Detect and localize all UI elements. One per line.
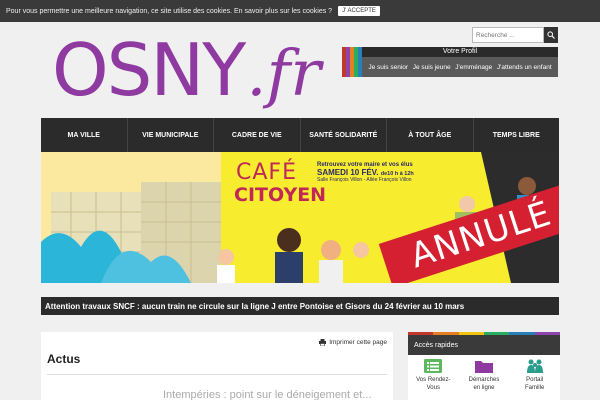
profile-link-enfant[interactable]: J'attends un enfant <box>497 64 552 71</box>
nav-vie-municipale[interactable]: VIE MUNICIPALE <box>128 118 214 152</box>
quick-access-label: Démarches en ligne <box>468 377 500 391</box>
search-button[interactable] <box>544 27 558 43</box>
cookie-accept-button[interactable]: J' ACCEPTE <box>338 6 380 16</box>
quick-access-title: Accès rapides <box>408 335 560 355</box>
quick-access-label: Portail Famille <box>524 377 545 391</box>
nav-temps-libre[interactable]: TEMPS LIBRE <box>474 118 560 152</box>
hero-banner[interactable]: CAFÉ CITOYEN Retrouvez votre maire et vo… <box>41 152 559 283</box>
profile-color-stripes <box>342 47 362 77</box>
profile-link-jeune[interactable]: Je suis jeune <box>413 64 451 71</box>
search-box <box>472 27 558 43</box>
cookie-text: Pour vous permettre une meilleure naviga… <box>6 7 333 15</box>
family-icon <box>526 359 543 373</box>
quick-access-items: Vos Rendez- Vous Démarches en ligne Portai… <box>408 355 560 400</box>
printer-icon <box>319 339 327 346</box>
page-title: Actus <box>47 352 81 366</box>
main-nav: MA VILLE VIE MUNICIPALE CADRE DE VIE SAN… <box>41 118 559 152</box>
main-content: Imprimer cette page Actus Intempéries : … <box>41 332 393 400</box>
site-logo[interactable]: OSNY .fr <box>52 28 321 112</box>
nav-cadre-de-vie[interactable]: CADRE DE VIE <box>214 118 301 152</box>
quick-access: Accès rapides Vos Rendez- Vous Démarches e… <box>408 332 560 400</box>
banner-line1: CAFÉ <box>236 160 297 185</box>
title-divider <box>47 374 387 375</box>
banner-line2: CITOYEN <box>234 184 327 206</box>
profile-box: Votre Profil Je suis senior Je suis jeun… <box>342 47 558 77</box>
banner-info: Retrouvez votre maire et vos élus SAMEDI… <box>317 162 427 183</box>
logo-suffix: .fr <box>246 37 321 111</box>
alert-bar[interactable]: Attention travaux SNCF : aucun train ne … <box>41 297 559 315</box>
nav-ma-ville[interactable]: MA VILLE <box>41 118 128 152</box>
profile-link-emmenage[interactable]: J'emménage <box>455 64 492 71</box>
cookie-bar: Pour vous permettre une meilleure naviga… <box>0 0 600 22</box>
banner-info-line3: Salle François Villon - Allée François V… <box>317 177 412 183</box>
quick-access-label: Vos Rendez- Vous <box>416 377 451 391</box>
nav-a-tout-age[interactable]: À TOUT ÂGE <box>387 118 474 152</box>
banner-info-line2: SAMEDI 10 FÉV. de10 h à 12h <box>317 168 414 177</box>
nav-sante-solidarite[interactable]: SANTÉ SOLIDARITÉ <box>301 118 387 152</box>
search-input[interactable] <box>472 27 544 43</box>
logo-main: OSNY <box>52 28 246 112</box>
list-icon <box>424 359 443 373</box>
news-title[interactable]: Intempéries : point sur le déneigement e… <box>163 389 372 400</box>
quick-access-portail-famille[interactable]: Portail Famille <box>513 359 557 400</box>
profile-links: Je suis senior Je suis jeune J'emménage … <box>362 57 558 77</box>
print-label: Imprimer cette page <box>329 339 387 346</box>
folder-icon <box>474 361 493 373</box>
quick-access-rendez-vous[interactable]: Vos Rendez- Vous <box>411 359 455 400</box>
quick-access-demarches[interactable]: Démarches en ligne <box>462 359 506 400</box>
profile-link-senior[interactable]: Je suis senior <box>368 64 408 71</box>
print-link[interactable]: Imprimer cette page <box>319 339 387 346</box>
profile-title: Votre Profil <box>362 47 558 57</box>
search-icon <box>547 31 555 39</box>
